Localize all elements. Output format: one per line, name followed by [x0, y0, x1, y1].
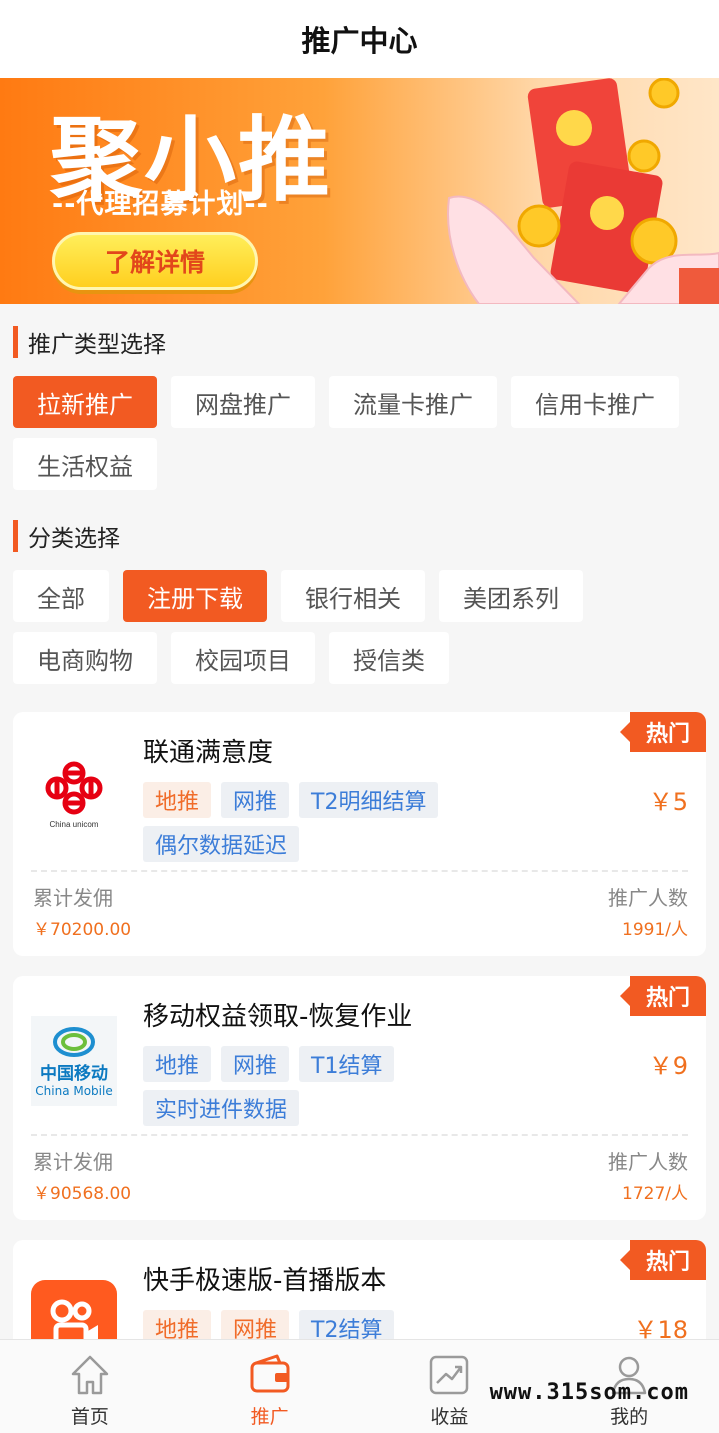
total-commission-label: 累计发佣	[33, 886, 113, 910]
banner-subtitle: --代理招募计划--	[52, 189, 269, 220]
promotion-type-heading: 推广类型选择	[0, 322, 719, 362]
china-mobile-logo-text: 中国移动	[40, 1063, 108, 1084]
type-option-lashin[interactable]: 拉新推广	[13, 376, 157, 428]
product-tag: T2明细结算	[299, 782, 439, 818]
product-tag: T1结算	[299, 1046, 395, 1082]
product-card[interactable]: 热门 中国移动 China Mobile 移动权益领取-恢复作业 地推 网推 T…	[13, 976, 706, 1220]
tab-home[interactable]: 首页	[0, 1340, 180, 1433]
watermark-text: www.315som.com	[489, 1380, 689, 1405]
category-heading: 分类选择	[0, 516, 719, 556]
category-option-ecommerce[interactable]: 电商购物	[13, 632, 157, 684]
type-option-life-benefits[interactable]: 生活权益	[13, 438, 157, 490]
total-commission-label: 累计发佣	[33, 1150, 113, 1174]
wallet-icon	[250, 1354, 290, 1393]
product-tag: 偶尔数据延迟	[143, 826, 300, 862]
promotion-type-title: 推广类型选择	[28, 332, 166, 358]
hot-badge: 热门	[620, 1240, 706, 1280]
product-tag: 网推	[221, 1046, 290, 1082]
category-option-bank[interactable]: 银行相关	[281, 570, 425, 622]
tab-home-label: 首页	[70, 1406, 109, 1428]
hot-badge: 热门	[620, 976, 706, 1016]
product-price: ￥5	[648, 788, 688, 816]
home-icon	[71, 1355, 109, 1395]
tab-promote[interactable]: 推广	[180, 1340, 360, 1433]
product-tag: 实时进件数据	[143, 1090, 300, 1126]
product-tag: 网推	[221, 782, 290, 818]
type-option-credit-card[interactable]: 信用卡推广	[511, 376, 679, 428]
red-envelope-hands-illustration	[447, 78, 719, 304]
product-name: 联通满意度	[143, 738, 274, 768]
china-unicom-logo: China unicom	[31, 752, 117, 838]
total-commission-value: ￥90568.00	[33, 1184, 132, 1204]
product-name: 快手极速版-首播版本	[143, 1266, 387, 1296]
top-bar: 推广中心	[0, 0, 719, 78]
category-options: 全部 注册下载 银行相关 美团系列 电商购物 校园项目 授信类	[0, 570, 719, 694]
tab-mine-label: 我的	[610, 1406, 649, 1428]
chart-icon	[430, 1355, 469, 1395]
banner-learn-more-button[interactable]: 了解详情	[52, 232, 258, 290]
tab-earnings-label: 收益	[430, 1406, 469, 1428]
card-divider	[31, 1134, 688, 1136]
hot-badge: 热门	[620, 712, 706, 752]
promo-banner[interactable]: 聚小推 --代理招募计划-- 了解详情	[0, 78, 719, 304]
product-name: 移动权益领取-恢复作业	[143, 1002, 413, 1032]
promoter-count-label: 推广人数	[608, 1150, 688, 1174]
type-option-netdisk[interactable]: 网盘推广	[171, 376, 315, 428]
category-option-register-download[interactable]: 注册下载	[123, 570, 267, 622]
product-tags: 地推 网推 T2明细结算 偶尔数据延迟	[143, 782, 503, 870]
product-tag: 地推	[143, 1046, 212, 1082]
product-price: ￥9	[648, 1052, 688, 1080]
promoter-count-label: 推广人数	[608, 886, 688, 910]
heading-accent-bar	[13, 520, 18, 552]
product-card[interactable]: 热门 China unicom 联通满意度 地推 网推 T2明细结算 偶尔数据延…	[13, 712, 706, 956]
tab-promote-label: 推广	[250, 1406, 289, 1428]
svg-text:China unicom: China unicom	[50, 820, 99, 829]
category-option-all[interactable]: 全部	[13, 570, 109, 622]
china-mobile-logo: 中国移动 China Mobile	[31, 1016, 117, 1106]
product-tags: 地推 网推 T1结算 实时进件数据	[143, 1046, 503, 1134]
china-mobile-logo-text-en: China Mobile	[35, 1083, 113, 1098]
type-option-data-card[interactable]: 流量卡推广	[329, 376, 497, 428]
category-option-campus[interactable]: 校园项目	[171, 632, 315, 684]
promotion-type-options: 拉新推广 网盘推广 流量卡推广 信用卡推广 生活权益	[0, 376, 719, 500]
promoter-count-value: 1727/人	[622, 1184, 688, 1204]
category-option-meituan[interactable]: 美团系列	[439, 570, 583, 622]
total-commission-value: ￥70200.00	[33, 920, 132, 940]
promoter-count-value: 1991/人	[622, 920, 688, 940]
product-tag: 地推	[143, 782, 212, 818]
card-divider	[31, 870, 688, 872]
category-title: 分类选择	[28, 526, 120, 552]
heading-accent-bar	[13, 326, 18, 358]
page-title: 推广中心	[301, 24, 418, 58]
category-option-credit[interactable]: 授信类	[329, 632, 449, 684]
